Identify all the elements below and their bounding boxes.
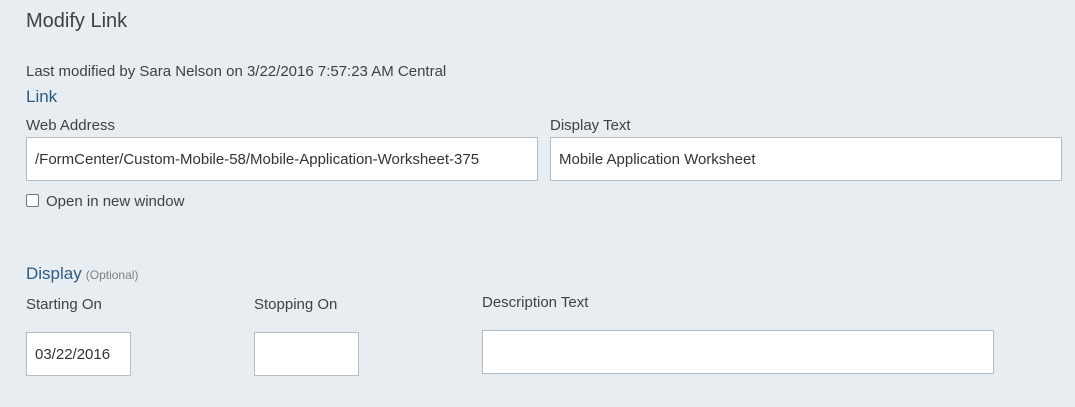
display-section-heading: Display (Optional) [26,264,138,284]
web-address-input[interactable] [26,137,538,181]
display-section-title: Display [26,264,82,283]
last-modified-info: Last modified by Sara Nelson on 3/22/201… [26,63,447,80]
starting-on-label: Starting On [26,296,102,313]
display-text-label: Display Text [550,117,631,134]
open-new-window-checkbox[interactable] [26,194,39,207]
page-title: Modify Link [26,10,128,32]
link-section-heading: Link [26,87,57,107]
open-new-window-label[interactable]: Open in new window [46,193,184,210]
web-address-label: Web Address [26,117,115,134]
description-text-input[interactable] [482,330,994,374]
description-text-label: Description Text [482,294,589,311]
starting-on-input[interactable] [26,332,131,376]
optional-tag: (Optional) [85,268,139,282]
stopping-on-label: Stopping On [254,296,338,313]
stopping-on-input[interactable] [254,332,359,376]
modify-link-page: Modify Link Last modified by Sara Nelson… [0,0,1075,407]
display-text-input[interactable] [550,137,1062,181]
link-section-title: Link [26,87,58,106]
